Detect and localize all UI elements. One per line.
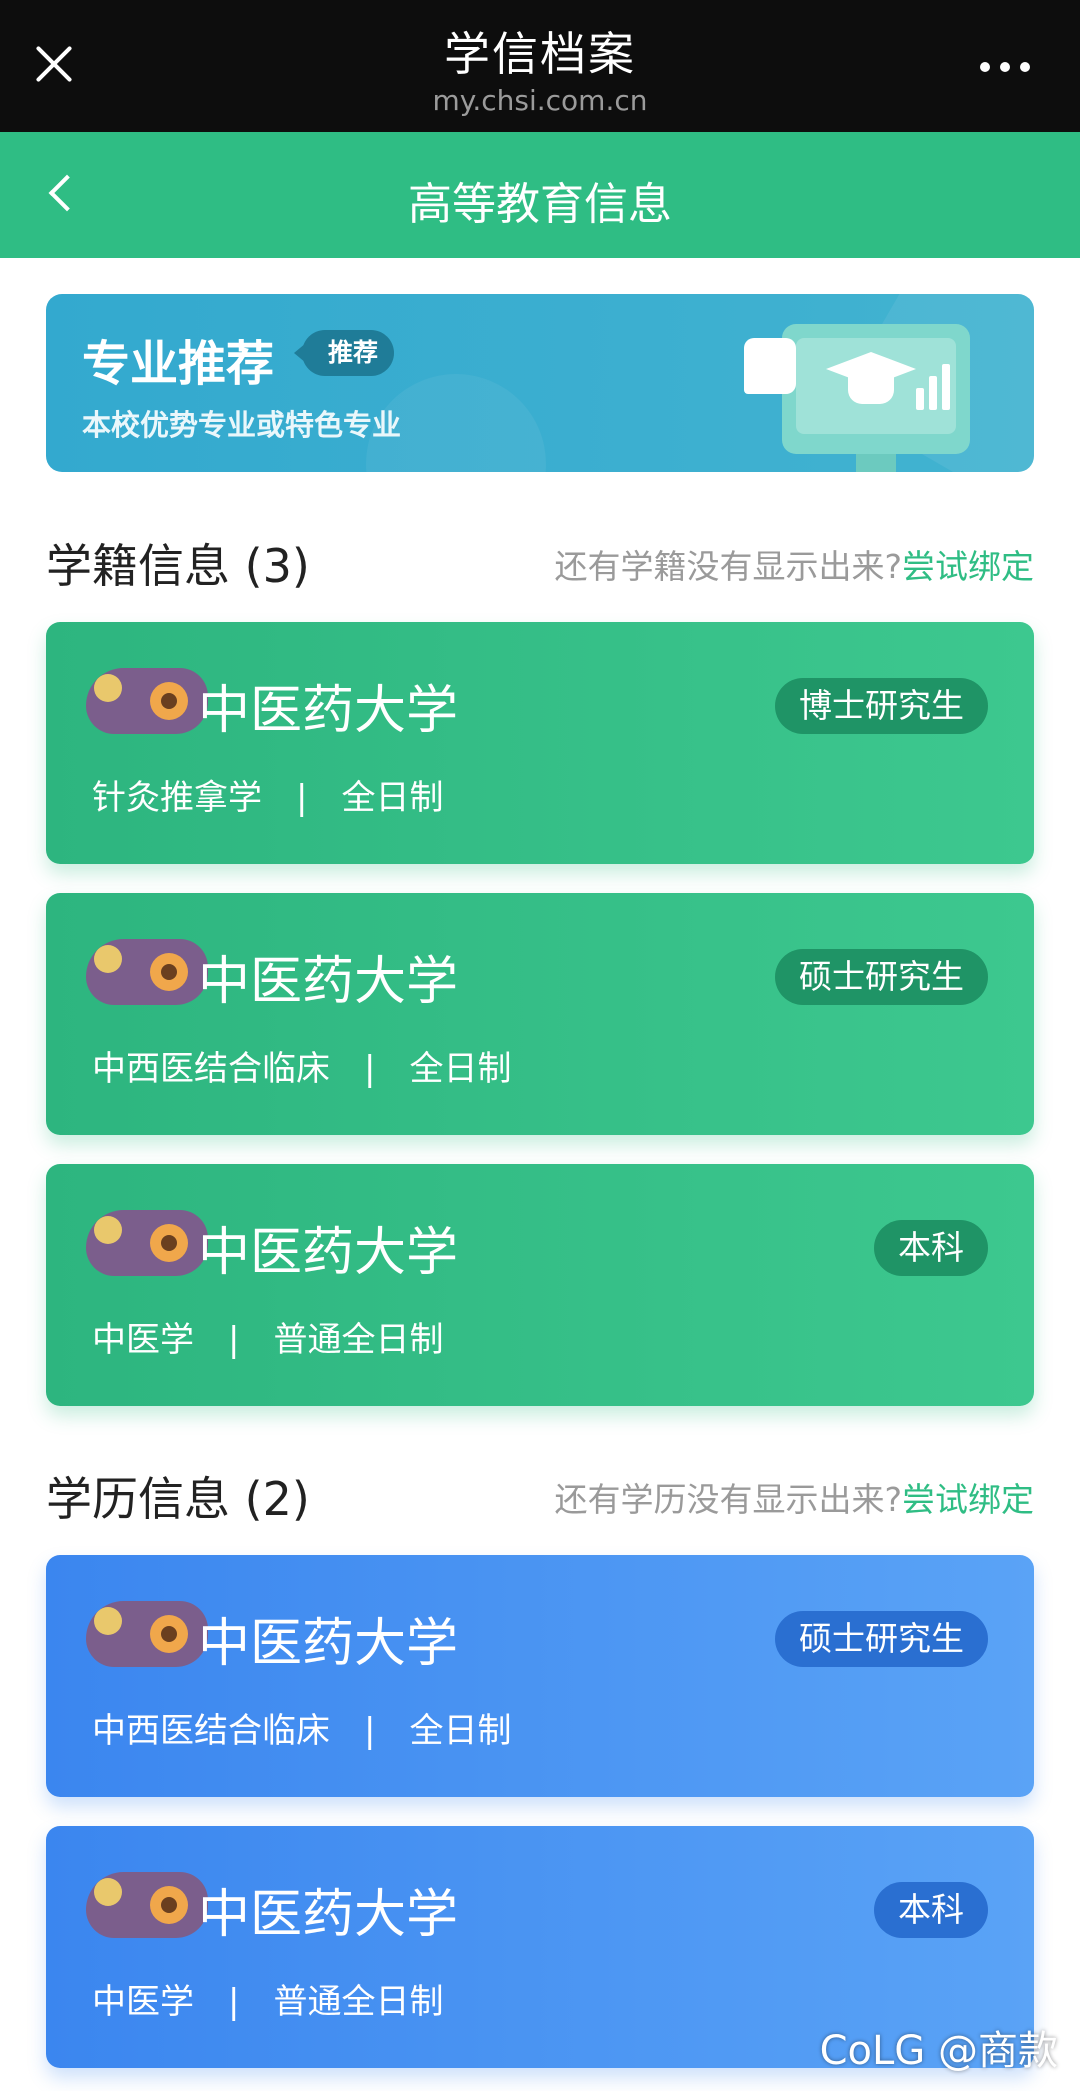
degree-section-header: 学历信息 (2) 还有学历没有显示出来?尝试绑定	[46, 1463, 1034, 1526]
school-name: 中医药大学	[198, 1614, 459, 1674]
degree-hint: 还有学历没有显示出来?尝试绑定	[554, 1473, 1034, 1521]
degree-hint-text: 还有学历没有显示出来?	[554, 1480, 902, 1519]
major-name: 中西医结合临床	[92, 1049, 330, 1089]
page-header: 高等教育信息	[0, 132, 1080, 258]
study-mode: 全日制	[409, 1049, 512, 1089]
major-and-mode: 中医学 | 普通全日制	[92, 1312, 443, 1361]
education-level-badge: 硕士研究生	[775, 949, 988, 1005]
degree-card[interactable]: 中医药大学 硕士研究生 中西医结合临床 | 全日制	[46, 1555, 1034, 1797]
banner-title: 专业推荐	[82, 336, 275, 392]
window-url: my.chsi.com.cn	[432, 84, 648, 117]
major-and-mode: 中医学 | 普通全日制	[92, 1974, 443, 2023]
separator: |	[364, 1711, 376, 1751]
school-logo-avatar	[86, 1601, 208, 1667]
study-mode: 全日制	[409, 1711, 512, 1751]
study-mode: 普通全日制	[273, 1320, 444, 1360]
degree-section-title: 学历信息 (2)	[46, 1472, 310, 1526]
school-name: 中医药大学	[198, 1885, 459, 1945]
enrollment-hint: 还有学籍没有显示出来?尝试绑定	[554, 540, 1034, 588]
major-name: 针灸推拿学	[92, 778, 262, 818]
school-logo-avatar	[86, 1210, 208, 1276]
major-and-mode: 针灸推拿学 | 全日制	[92, 770, 443, 819]
thumbs-up-icon	[744, 338, 796, 394]
education-level-badge: 本科	[874, 1882, 988, 1938]
study-mode: 全日制	[341, 778, 444, 818]
graduation-cap-icon	[826, 352, 916, 424]
school-logo-avatar	[86, 939, 208, 1005]
major-name: 中医学	[92, 1320, 194, 1360]
school-logo-avatar	[86, 1872, 208, 1938]
separator: |	[228, 1320, 240, 1360]
enrollment-card[interactable]: 中医药大学 博士研究生 针灸推拿学 | 全日制	[46, 622, 1034, 864]
school-logo-avatar	[86, 668, 208, 734]
separator: |	[228, 1982, 240, 2022]
education-level-badge: 硕士研究生	[775, 1611, 988, 1667]
education-level-badge: 博士研究生	[775, 678, 988, 734]
major-name: 中西医结合临床	[92, 1711, 330, 1751]
major-name: 中医学	[92, 1982, 194, 2022]
study-mode: 普通全日制	[273, 1982, 444, 2022]
browser-top-bar: 学信档案 my.chsi.com.cn	[0, 0, 1080, 132]
education-level-badge: 本科	[874, 1220, 988, 1276]
separator: |	[296, 778, 308, 818]
page-title: 高等教育信息	[408, 179, 672, 230]
enrollment-bind-link[interactable]: 尝试绑定	[902, 547, 1034, 586]
major-and-mode: 中西医结合临床 | 全日制	[92, 1041, 511, 1090]
banner-tag: 推荐	[293, 330, 395, 376]
school-name: 中医药大学	[198, 952, 459, 1012]
separator: |	[364, 1049, 376, 1089]
watermark: CoLG @商款	[819, 2028, 1058, 2074]
enrollment-card[interactable]: 中医药大学 硕士研究生 中西医结合临床 | 全日制	[46, 893, 1034, 1135]
school-name: 中医药大学	[198, 1223, 459, 1283]
school-name: 中医药大学	[198, 681, 459, 741]
banner-subtitle: 本校优势专业或特色专业	[82, 408, 402, 442]
major-and-mode: 中西医结合临床 | 全日制	[92, 1703, 511, 1752]
more-options-icon[interactable]	[980, 62, 1030, 72]
enrollment-section-title: 学籍信息 (3)	[46, 539, 310, 593]
enrollment-section-header: 学籍信息 (3) 还有学籍没有显示出来?尝试绑定	[46, 530, 1034, 593]
enrollment-hint-text: 还有学籍没有显示出来?	[554, 547, 902, 586]
window-title: 学信档案	[444, 27, 636, 81]
bar-chart-icon	[916, 364, 952, 410]
major-recommend-banner[interactable]: 专业推荐 推荐 本校优势专业或特色专业	[46, 294, 1034, 472]
enrollment-card[interactable]: 中医药大学 本科 中医学 | 普通全日制	[46, 1164, 1034, 1406]
degree-bind-link[interactable]: 尝试绑定	[902, 1480, 1034, 1519]
